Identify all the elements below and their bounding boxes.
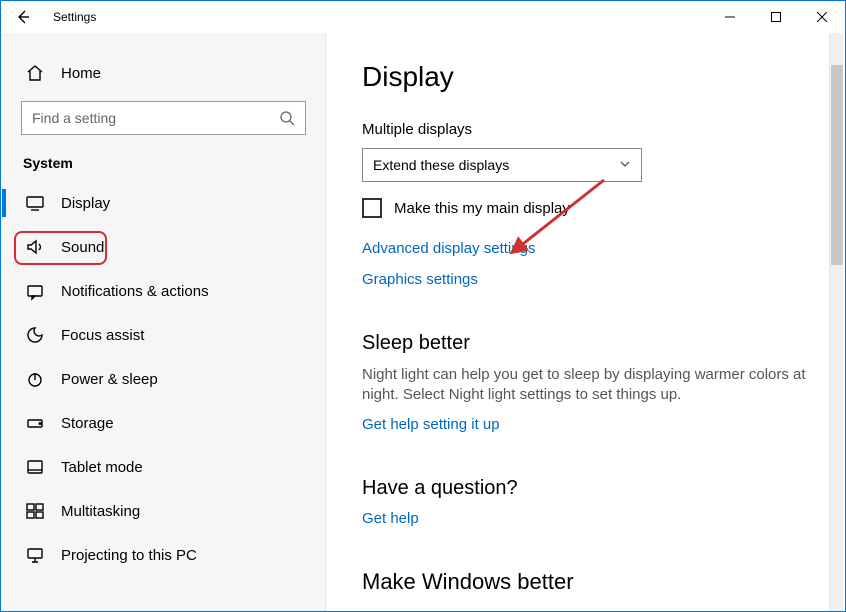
display-icon [25,193,45,213]
multiple-displays-label: Multiple displays [362,121,815,138]
notifications-icon [25,281,45,301]
sidebar-item-tablet-mode[interactable]: Tablet mode [1,445,326,489]
sidebar-item-label: Multitasking [61,503,140,520]
sidebar: Home System Display Sound Notification [1,33,326,611]
sidebar-item-home[interactable]: Home [1,55,326,91]
sidebar-item-label: Tablet mode [61,459,143,476]
sleep-help-link[interactable]: Get help setting it up [362,416,500,433]
arrow-left-icon [15,9,31,25]
checkbox-label: Make this my main display [394,200,570,217]
content-wrap: Home System Display Sound Notification [1,33,845,611]
search-icon [279,110,295,126]
sidebar-item-sound[interactable]: Sound [1,225,326,269]
minimize-icon [725,12,735,22]
sleep-better-desc: Night light can help you get to sleep by… [362,365,815,406]
make-windows-better-heading: Make Windows better [362,569,815,595]
sidebar-item-focus-assist[interactable]: Focus assist [1,313,326,357]
checkbox-icon[interactable] [362,198,382,218]
dropdown-value: Extend these displays [373,157,509,173]
close-icon [817,12,827,22]
minimize-button[interactable] [707,1,753,33]
scrollbar-thumb[interactable] [831,65,843,265]
close-button[interactable] [799,1,845,33]
search-field[interactable] [32,110,279,126]
main-display-checkbox-row[interactable]: Make this my main display [362,198,815,218]
back-button[interactable] [1,1,45,33]
sidebar-item-projecting[interactable]: Projecting to this PC [1,533,326,577]
sidebar-item-label: Display [61,195,110,212]
search-input[interactable] [21,101,306,135]
app-title: Settings [53,10,96,24]
sidebar-item-label: Sound [61,239,104,256]
page-title: Display [362,61,815,93]
graphics-settings-link[interactable]: Graphics settings [362,271,478,288]
storage-icon [25,413,45,433]
advanced-display-link[interactable]: Advanced display settings [362,240,535,257]
projecting-icon [25,545,45,565]
maximize-button[interactable] [753,1,799,33]
sidebar-item-label: Notifications & actions [61,283,209,300]
sidebar-item-notifications[interactable]: Notifications & actions [1,269,326,313]
sound-icon [25,237,45,257]
sidebar-item-label: Home [61,65,101,82]
titlebar: Settings [1,1,845,33]
sidebar-item-label: Storage [61,415,114,432]
sidebar-item-multitasking[interactable]: Multitasking [1,489,326,533]
get-help-link[interactable]: Get help [362,510,419,527]
sidebar-item-label: Focus assist [61,327,144,344]
tablet-icon [25,457,45,477]
question-heading: Have a question? [362,477,815,500]
sidebar-item-power-sleep[interactable]: Power & sleep [1,357,326,401]
chevron-down-icon [619,157,631,173]
focus-assist-icon [25,325,45,345]
multitasking-icon [25,501,45,521]
sidebar-item-label: Projecting to this PC [61,547,197,564]
multiple-displays-dropdown[interactable]: Extend these displays [362,148,642,182]
maximize-icon [771,12,781,22]
sleep-better-heading: Sleep better [362,332,815,355]
home-icon [25,63,45,83]
sidebar-item-storage[interactable]: Storage [1,401,326,445]
sidebar-item-display[interactable]: Display [1,181,326,225]
power-icon [25,369,45,389]
sidebar-group-title: System [1,135,326,181]
sidebar-item-label: Power & sleep [61,371,158,388]
main-panel: Display Multiple displays Extend these d… [326,33,845,611]
window-controls [707,1,845,33]
